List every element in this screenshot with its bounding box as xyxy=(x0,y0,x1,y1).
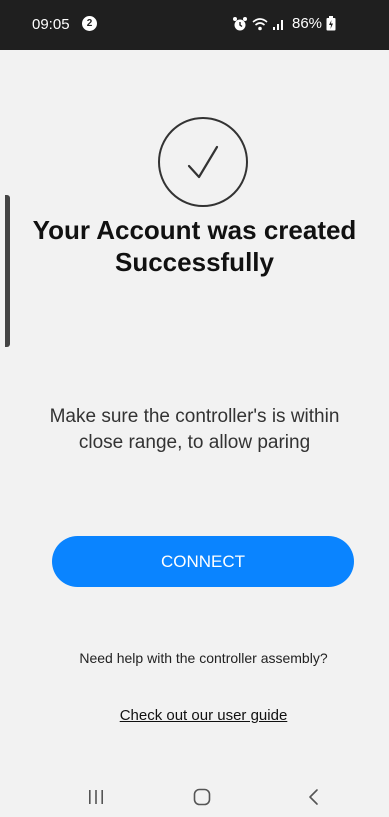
title-line-2: Successfully xyxy=(115,247,274,277)
connect-button[interactable]: CONNECT xyxy=(52,536,354,587)
instruction-line-2: close range, to allow paring xyxy=(78,432,311,453)
checkmark-circle-icon xyxy=(158,117,248,207)
home-icon[interactable] xyxy=(190,786,214,808)
alarm-icon xyxy=(232,16,248,32)
back-icon[interactable] xyxy=(302,786,326,808)
instruction-text: Make sure the controller's is within clo… xyxy=(20,404,369,456)
page-title: Your Account was created Successfully xyxy=(0,214,389,278)
notification-badge: 2 xyxy=(82,16,97,31)
battery-percentage: 86% xyxy=(292,15,323,32)
title-line-1: Your Account was created xyxy=(32,215,357,245)
user-guide-link[interactable]: Check out our user guide xyxy=(0,707,389,724)
status-time: 09:05 xyxy=(32,16,70,33)
help-text: Need help with the controller assembly? xyxy=(79,650,328,666)
recents-icon[interactable] xyxy=(84,786,108,808)
signal-icon xyxy=(272,17,286,31)
navigation-bar xyxy=(0,776,389,817)
status-bar: 09:05 2 86% xyxy=(0,0,389,50)
battery-icon xyxy=(326,16,336,31)
status-icons: 86% xyxy=(232,15,336,32)
wifi-icon xyxy=(252,17,268,31)
instruction-line-1: Make sure the controller's is within xyxy=(49,406,340,427)
